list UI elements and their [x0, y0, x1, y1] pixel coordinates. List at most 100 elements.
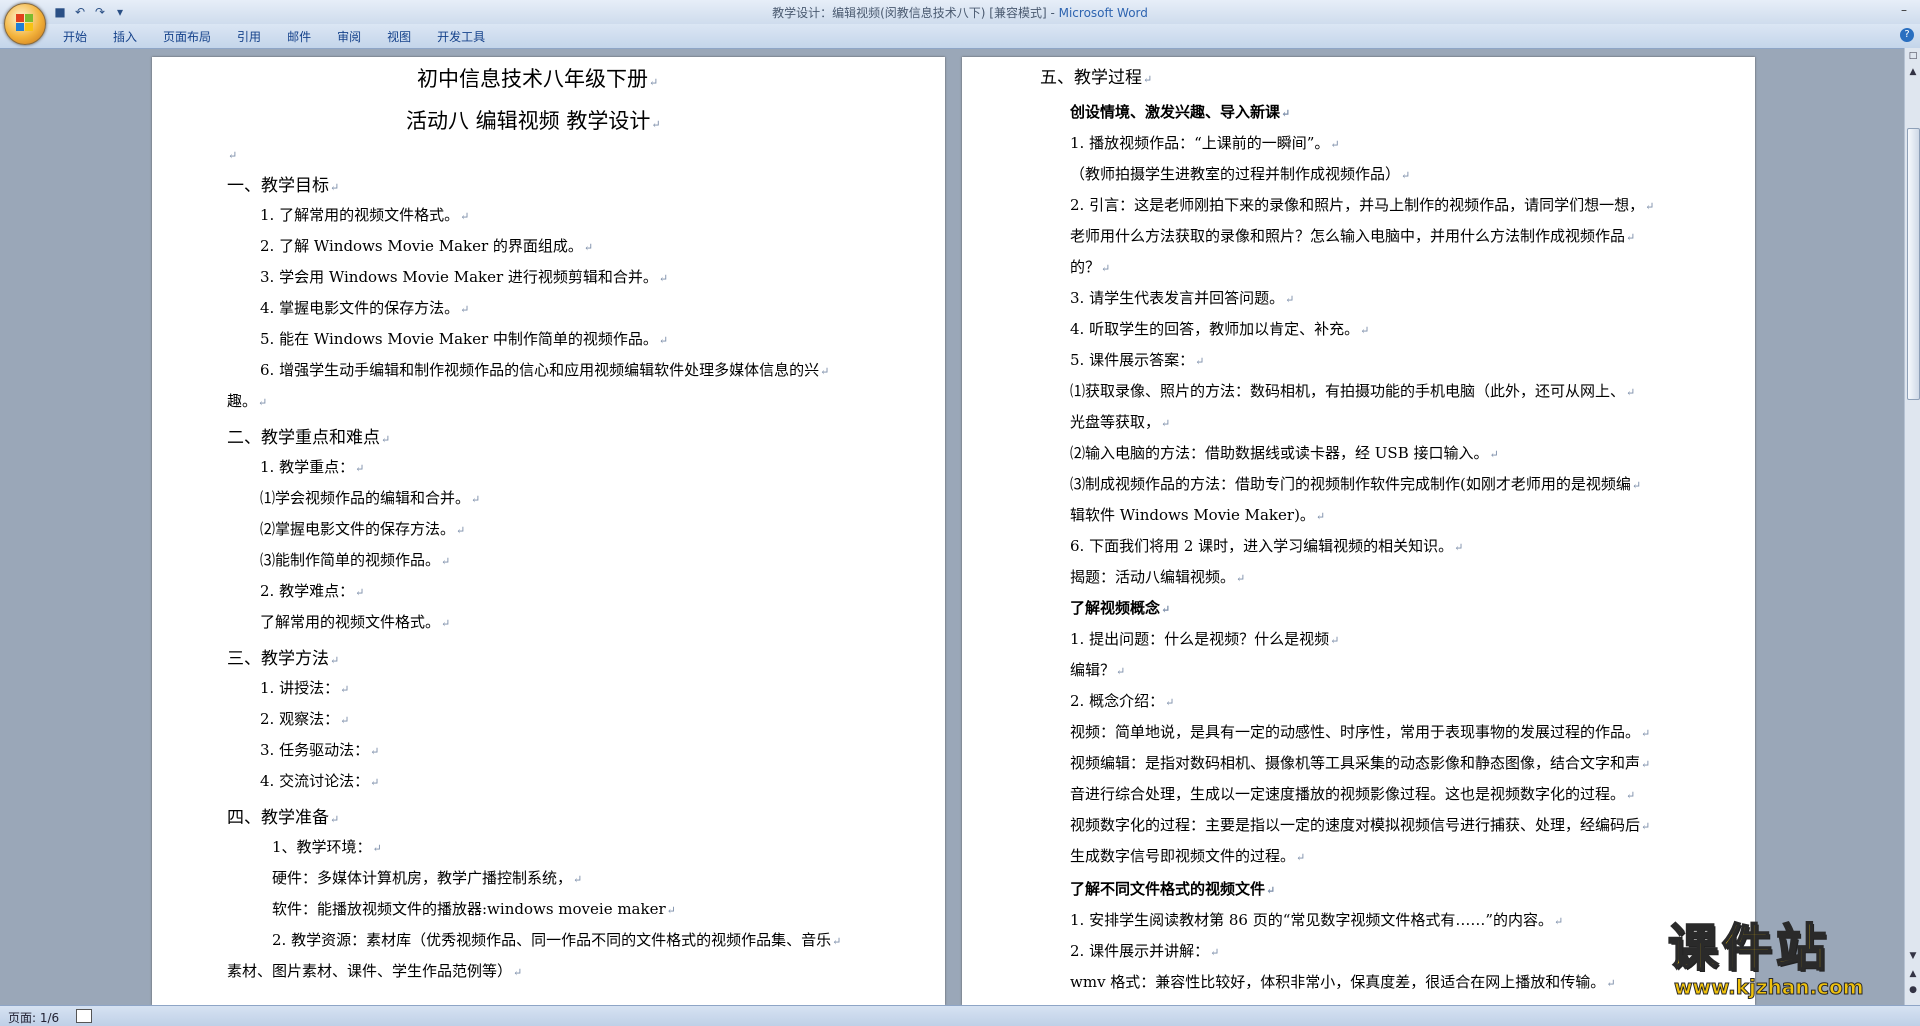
text-line: 1. 安排学生阅读教材第 86 页的“常见数字视频文件格式有……”的内容。↵: [1070, 911, 1564, 929]
tab-page-layout[interactable]: 页面布局: [150, 29, 224, 45]
ribbon-tabs: 开始 插入 页面布局 引用 邮件 审阅 视图 开发工具: [50, 29, 498, 45]
scroll-up-icon[interactable]: ▲: [1907, 66, 1919, 78]
text-line: 光盘等获取，↵: [1070, 413, 1171, 431]
watermark-url: www.kjzhan.com: [1674, 975, 1865, 999]
paragraph-mark-icon: ↵: [1330, 634, 1340, 647]
text-line: 4. 掌握电影文件的保存方法。↵: [260, 299, 470, 317]
text-line: 了解常用的视频文件格式。↵: [260, 613, 451, 631]
paragraph-mark-icon: ↵: [513, 966, 523, 979]
text-line: 视频编辑：是指对数码相机、摄像机等工具采集的动态影像和静态图像，结合文字和声↵: [1070, 754, 1651, 772]
text-line: 五、教学过程↵: [1040, 68, 1153, 88]
tab-insert[interactable]: 插入: [100, 29, 150, 45]
text-line: ⑵掌握电影文件的保存方法。↵: [260, 520, 466, 538]
text-line: 四、教学准备↵: [227, 808, 340, 828]
save-icon[interactable]: ■: [52, 4, 68, 20]
paragraph-mark-icon: ↵: [1645, 200, 1655, 213]
paragraph-mark-icon: ↵: [1454, 541, 1464, 554]
text-line: 二、教学重点和难点↵: [227, 428, 391, 448]
paragraph-mark-icon: ↵: [666, 904, 676, 917]
office-button[interactable]: [4, 3, 46, 45]
tab-view[interactable]: 视图: [374, 29, 424, 45]
text-line: 5. 课件展示答案：↵: [1070, 351, 1205, 369]
paragraph-mark-icon: ↵: [1195, 355, 1205, 368]
paragraph-mark-icon: ↵: [1360, 324, 1370, 337]
paragraph-mark-icon: ↵: [1554, 915, 1564, 928]
text-line: 编辑？↵: [1070, 661, 1126, 679]
text-line: 的？↵: [1070, 258, 1111, 276]
proofing-status-icon[interactable]: [76, 1009, 92, 1023]
paragraph-mark-icon: ↵: [1626, 231, 1636, 244]
text-line: ↵: [227, 145, 237, 163]
text-line: 4. 交流讨论法：↵: [260, 772, 380, 790]
ribbon-tab-bar: 开始 插入 页面布局 引用 邮件 审阅 视图 开发工具 ?: [0, 24, 1920, 49]
text-line: 一、教学目标↵: [227, 176, 340, 196]
tab-developer[interactable]: 开发工具: [424, 29, 498, 45]
paragraph-mark-icon: ↵: [649, 76, 659, 89]
document-page-2[interactable]: 五、教学过程↵ 创设情境、激发兴趣、导入新课↵ 1. 播放视频作品：“上课前的一瞬间…: [962, 57, 1755, 1005]
text-line: 3. 请学生代表发言并回答问题。↵: [1070, 289, 1295, 307]
text-line: 2. 引言：这是老师刚拍下来的录像和照片，并马上制作的视频作品，请同学们想一想，…: [1070, 196, 1655, 214]
customize-qat-icon[interactable]: ▾: [112, 4, 128, 20]
paragraph-mark-icon: ↵: [370, 776, 380, 789]
text-line: 6. 增强学生动手编辑和制作视频作品的信心和应用视频编辑软件处理多媒体信息的兴↵: [260, 361, 830, 379]
text-line: 三、教学方法↵: [227, 649, 340, 669]
paragraph-mark-icon: ↵: [460, 210, 470, 223]
text-line: 1、教学环境：↵: [272, 838, 382, 856]
redo-icon[interactable]: ↷: [92, 4, 108, 20]
text-line: 素材、图片素材、课件、学生作品范例等）↵: [227, 962, 523, 980]
text-line: 趣。↵: [227, 392, 268, 410]
text-line: 1. 提出问题：什么是视频？什么是视频↵: [1070, 630, 1340, 648]
title-bar: 教学设计：编辑视频(闵教信息技术八下) [兼容模式] - Microsoft W…: [0, 0, 1920, 24]
document-page-1[interactable]: 初中信息技术八年级下册↵ 活动八 编辑视频 教学设计↵ ↵ 一、教学目标↵ 1. 了解常…: [152, 57, 945, 1005]
watermark: 课件站 www.kjzhan.com: [1667, 919, 1900, 1000]
paragraph-mark-icon: ↵: [340, 683, 350, 696]
text-line: 2. 教学资源：素材库（优秀视频作品、同一作品不同的文件格式的视频作品集、音乐↵: [272, 931, 842, 949]
scrollbar-thumb[interactable]: [1907, 128, 1920, 400]
undo-icon[interactable]: ↶: [72, 4, 88, 20]
paragraph-mark-icon: ↵: [1641, 820, 1651, 833]
text-line: 2. 观察法：↵: [260, 710, 350, 728]
paragraph-mark-icon: ↵: [355, 462, 365, 475]
ruler-toggle-icon[interactable]: □: [1907, 50, 1919, 62]
text-line: ⑴学会视频作品的编辑和合并。↵: [260, 489, 481, 507]
status-bar: 页面: 1/6: [0, 1005, 1920, 1026]
text-line: （教师拍摄学生进教室的过程并制作成视频作品）↵: [1070, 165, 1411, 183]
paragraph-mark-icon: ↵: [228, 149, 238, 162]
paragraph-mark-icon: ↵: [658, 272, 669, 285]
text-line: 1. 播放视频作品：“上课前的一瞬间”。↵: [1070, 134, 1340, 152]
paragraph-mark-icon: ↵: [1631, 479, 1642, 492]
help-icon[interactable]: ?: [1900, 28, 1914, 42]
paragraph-mark-icon: ↵: [1296, 851, 1306, 864]
minimize-button[interactable]: –: [1890, 0, 1918, 20]
paragraph-mark-icon: ↵: [1161, 417, 1171, 430]
text-line: ⑵输入电脑的方法：借助数据线或读卡器，经 USB 接口输入。↵: [1070, 444, 1499, 462]
tab-mailings[interactable]: 邮件: [274, 29, 324, 45]
tab-review[interactable]: 审阅: [324, 29, 374, 45]
browse-object-icon[interactable]: ●: [1907, 984, 1919, 996]
paragraph-mark-icon: ↵: [1281, 107, 1291, 120]
text-line: wmv 格式：兼容性比较好，体积非常小，保真度差，很适合在网上播放和传输。↵: [1070, 973, 1616, 991]
window-title: 教学设计：编辑视频(闵教信息技术八下) [兼容模式] - Microsoft W…: [772, 6, 1148, 20]
vertical-scrollbar[interactable]: □ ▲ ▼ ▲ ●: [1904, 48, 1920, 1005]
paragraph-mark-icon: ↵: [372, 842, 382, 855]
paragraph-mark-icon: ↵: [1143, 73, 1153, 86]
text-line: 揭题：活动八编辑视频。↵: [1070, 568, 1246, 586]
text-line: 音进行综合处理，生成以一定速度播放的视频影像过程。这也是视频数字化的过程。↵: [1070, 785, 1636, 803]
paragraph-mark-icon: ↵: [1165, 696, 1175, 709]
text-line: 视频：简单地说，是具有一定的动感性、时序性，常用于表现事物的发展过程的作品。↵: [1070, 723, 1651, 741]
text-line: 硬件：多媒体计算机房，教学广播控制系统，↵: [272, 869, 583, 887]
paragraph-mark-icon: ↵: [441, 617, 451, 630]
tab-references[interactable]: 引用: [224, 29, 274, 45]
previous-page-icon[interactable]: ▲: [1907, 968, 1919, 980]
paragraph-mark-icon: ↵: [330, 654, 340, 667]
tab-home[interactable]: 开始: [50, 29, 100, 45]
paragraph-mark-icon: ↵: [573, 873, 583, 886]
paragraph-mark-icon: ↵: [330, 181, 340, 194]
scroll-down-icon[interactable]: ▼: [1907, 950, 1919, 962]
paragraph-mark-icon: ↵: [1101, 262, 1111, 275]
text-line: 了解视频概念↵: [1070, 599, 1171, 617]
text-line: 1. 教学重点：↵: [260, 458, 365, 476]
text-line: ⑴获取录像、照片的方法：数码相机，有拍摄功能的手机电脑（此外，还可从网上、↵: [1070, 382, 1636, 400]
page-number-indicator[interactable]: 页面: 1/6: [8, 1009, 59, 1026]
text-line: 4. 听取学生的回答，教师加以肯定、补充。↵: [1070, 320, 1370, 338]
